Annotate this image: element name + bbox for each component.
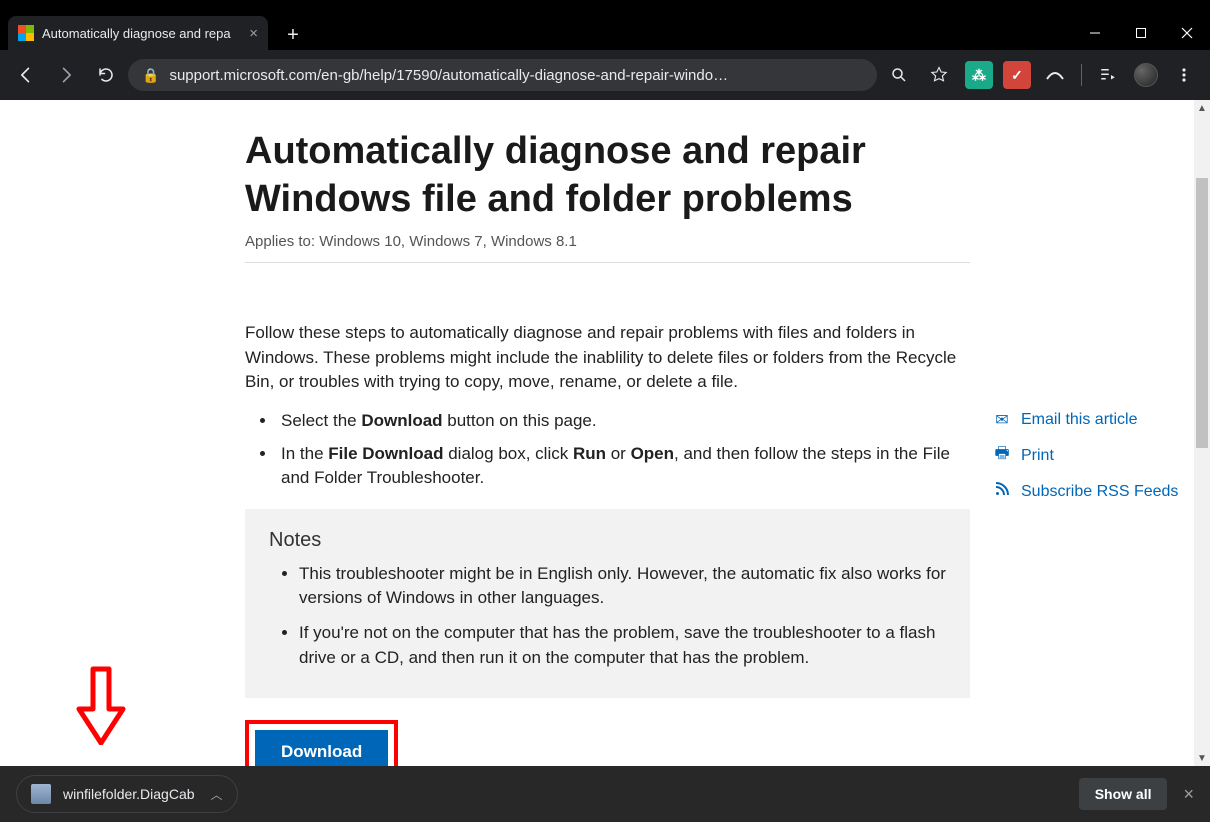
page-title: Automatically diagnose and repair Window… — [245, 128, 970, 223]
window-controls — [1072, 16, 1210, 50]
note-2: If you're not on the computer that has t… — [299, 621, 946, 670]
notes-heading: Notes — [269, 529, 946, 552]
rss-icon — [993, 481, 1011, 502]
chevron-up-icon[interactable]: ︿ — [211, 786, 223, 803]
mail-icon: ✉ — [993, 410, 1011, 430]
notes-box: Notes This troubleshooter might be in En… — [245, 509, 970, 699]
microsoft-logo-icon — [18, 25, 34, 41]
step-2: In the File Download dialog box, click R… — [277, 442, 970, 491]
page-viewport: Automatically diagnose and repair Window… — [0, 100, 1210, 766]
scroll-down-arrow-icon[interactable]: ▼ — [1194, 750, 1210, 766]
reload-button[interactable] — [88, 57, 124, 93]
maximize-button[interactable] — [1118, 16, 1164, 50]
browser-tab[interactable]: Automatically diagnose and repa × — [8, 16, 268, 50]
toolbar-separator — [1081, 64, 1082, 86]
extension-3[interactable] — [1037, 57, 1073, 93]
new-tab-button[interactable]: + — [278, 20, 308, 50]
extension-2[interactable]: ✓ — [999, 57, 1035, 93]
lock-icon: 🔒 — [142, 67, 159, 84]
steps-list: Select the Download button on this page.… — [277, 409, 970, 491]
address-bar[interactable]: 🔒 support.microsoft.com/en-gb/help/17590… — [128, 59, 877, 91]
applies-to: Applies to: Windows 10, Windows 7, Windo… — [245, 233, 970, 263]
note-1: This troubleshooter might be in English … — [299, 562, 946, 611]
forward-button[interactable] — [48, 57, 84, 93]
action-rail: ✉Email this article 🖶Print Subscribe RSS… — [993, 410, 1178, 514]
downloads-bar: winfilefolder.DiagCab ︿ Show all × — [0, 766, 1210, 822]
rss-link[interactable]: Subscribe RSS Feeds — [993, 481, 1178, 502]
menu-button[interactable] — [1166, 57, 1202, 93]
profile-avatar[interactable] — [1128, 57, 1164, 93]
close-tab-button[interactable]: × — [249, 25, 258, 42]
back-button[interactable] — [8, 57, 44, 93]
extensions-area: ⁂ ✓ — [961, 57, 1202, 93]
window-titlebar — [0, 0, 1210, 8]
close-window-button[interactable] — [1164, 16, 1210, 50]
tab-strip: Automatically diagnose and repa × + — [0, 8, 1210, 50]
vertical-scrollbar[interactable]: ▲ ▼ — [1194, 100, 1210, 766]
download-filename: winfilefolder.DiagCab — [63, 786, 195, 802]
scroll-up-arrow-icon[interactable]: ▲ — [1194, 100, 1210, 116]
intro-paragraph: Follow these steps to automatically diag… — [245, 321, 970, 395]
scrollbar-thumb[interactable] — [1196, 178, 1208, 448]
download-highlight-box: Download — [245, 720, 398, 766]
show-all-downloads-button[interactable]: Show all — [1079, 778, 1168, 810]
url-text: support.microsoft.com/en-gb/help/17590/a… — [169, 67, 863, 84]
bookmark-star-icon[interactable] — [921, 57, 957, 93]
annotation-arrow-icon — [76, 665, 126, 745]
file-icon — [31, 784, 51, 804]
browser-toolbar: 🔒 support.microsoft.com/en-gb/help/17590… — [0, 50, 1210, 100]
media-control-icon[interactable] — [1090, 57, 1126, 93]
download-button[interactable]: Download — [255, 730, 388, 766]
download-item[interactable]: winfilefolder.DiagCab ︿ — [16, 775, 238, 813]
extension-1[interactable]: ⁂ — [961, 57, 997, 93]
step-1: Select the Download button on this page. — [277, 409, 970, 434]
tab-title: Automatically diagnose and repa — [42, 26, 241, 41]
minimize-button[interactable] — [1072, 16, 1118, 50]
print-link[interactable]: 🖶Print — [993, 442, 1178, 469]
zoom-icon[interactable] — [881, 57, 917, 93]
close-downloads-bar-button[interactable]: × — [1183, 784, 1194, 805]
article: Automatically diagnose and repair Window… — [245, 128, 970, 766]
email-article-link[interactable]: ✉Email this article — [993, 410, 1178, 430]
print-icon: 🖶 — [993, 442, 1011, 469]
